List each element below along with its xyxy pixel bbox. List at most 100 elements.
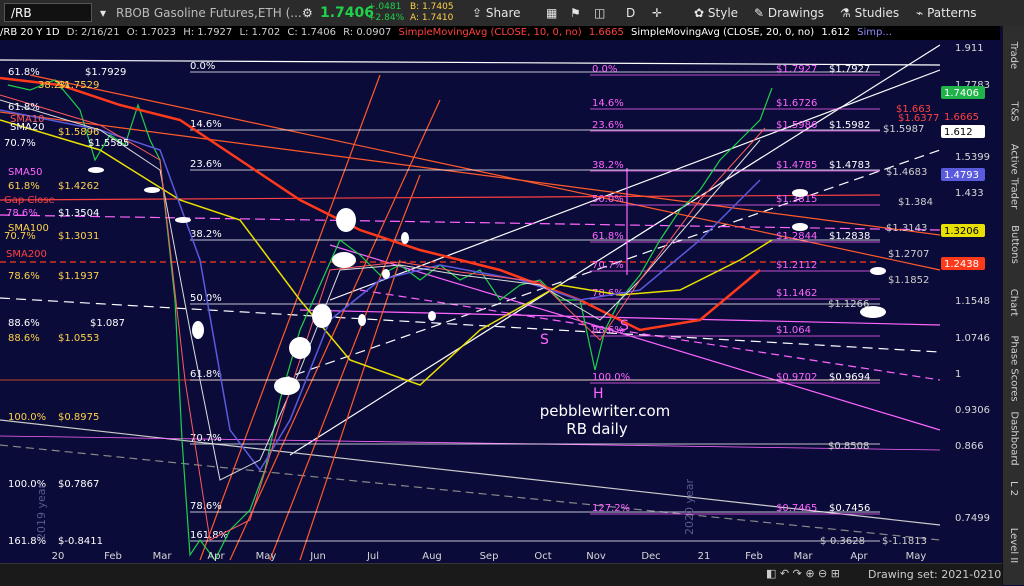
price-tag-label: 1.4793 [944, 170, 979, 181]
x-tick-label: Oct [534, 551, 551, 562]
x-tick-label: Feb [104, 551, 122, 562]
marker-ellipse [289, 337, 311, 359]
y-tick-label: 0.9306 [955, 405, 990, 416]
studies-button[interactable]: ⚗ Studies [836, 3, 903, 23]
y-tick-label: 1.5399 [955, 152, 990, 163]
right-tab-label: Buttons [1008, 224, 1020, 264]
right-level-label: $0.8508 [828, 441, 869, 452]
sma10-value: 1.6665 [588, 27, 624, 38]
fib-price-label-alt: $1.7927 [829, 64, 870, 75]
right-tab[interactable]: Level II [1003, 506, 1024, 585]
studies-label: Studies [854, 6, 900, 20]
bar-close: C: 1.7406 [287, 27, 336, 38]
symbol-input[interactable]: /RB [4, 3, 92, 22]
studies-icon: ⚗ [840, 6, 851, 20]
calendar-icon[interactable]: ▦ [542, 3, 561, 23]
y-tick-label: 0.866 [955, 441, 984, 452]
x-tick-label: Jul [366, 551, 379, 562]
right-tab[interactable]: Phase Scores [1003, 330, 1024, 406]
right-tab[interactable]: L 2 [1003, 471, 1024, 506]
year-watermark: 2020 year [683, 478, 696, 535]
marker-ellipse [792, 223, 808, 231]
fib-pct-label: 0.0% [592, 64, 617, 75]
sma10-study[interactable]: SimpleMovingAvg (CLOSE, 10, 0, no) [399, 27, 582, 38]
x-tick-label: May [906, 551, 927, 562]
x-tick-label: Apr [207, 551, 225, 562]
left-annotation: $1.3504 [58, 208, 99, 219]
right-tab[interactable]: Active Trader [1003, 138, 1024, 214]
drawing-set-label[interactable]: Drawing set: 2021-0210 [868, 568, 1001, 581]
right-tab[interactable]: Dashboard [1003, 406, 1024, 471]
aggregation-button[interactable]: D [622, 3, 639, 23]
share-label: Share [485, 6, 521, 20]
right-tab[interactable]: Buttons [1003, 214, 1024, 274]
price-tag-label: 1.7406 [944, 88, 979, 99]
price-chart[interactable]: 0.0% 14.6% 23.6% 38.2% 50.0% 61.8% 70.7% 78.6% 1… [0, 40, 1002, 563]
left-annotation: 70.7% [4, 138, 36, 149]
chart-title: /RB 20 Y 1D [0, 27, 60, 38]
y-tick-label: 1 [955, 369, 961, 380]
sma-more-study[interactable]: Simp... [857, 27, 892, 38]
left-annotation: $1.0553 [58, 333, 99, 344]
right-tab[interactable]: T&S [1003, 84, 1024, 138]
fib-price-label-alt: $1.4783 [829, 160, 870, 171]
right-level-label: $1.4683 [886, 167, 927, 178]
bottom-tools[interactable]: ◧ ↶ ↷ ⊕ ⊖ ⊞ [766, 567, 840, 580]
right-tab-label: Active Trader [1008, 143, 1020, 209]
x-tick-label: Dec [641, 551, 660, 562]
left-annotation: $1.1937 [58, 271, 99, 282]
fib-pct-label: 38.2% [190, 229, 222, 240]
fib-pct-label: 14.6% [592, 98, 624, 109]
symbol-menu-icon[interactable]: ▾ [96, 3, 110, 23]
patterns-button[interactable]: ⌁ Patterns [912, 3, 981, 23]
left-annotation: 88.6% [8, 318, 40, 329]
marker-ellipse [332, 252, 356, 268]
marker-ellipse [428, 311, 436, 321]
style-button[interactable]: ✿ Style [690, 3, 742, 23]
fib-pct-label: 78.6% [190, 501, 222, 512]
watermark-site: pebblewriter.com [540, 402, 671, 420]
left-annotation: $0.7867 [58, 479, 99, 490]
drawings-button[interactable]: ✎ Drawings [750, 3, 828, 23]
marker-ellipse [144, 187, 160, 193]
study-header: /RB 20 Y 1D D: 2/16/21 O: 1.7023 H: 1.79… [0, 26, 1000, 40]
gear-icon[interactable]: ⚙ [298, 3, 317, 23]
price-tag-label: 1.3206 [944, 226, 979, 237]
bar-range: R: 0.0907 [343, 27, 392, 38]
right-level-label: $1.2707 [888, 249, 929, 260]
bookmark-icon[interactable]: ⚑ [566, 3, 585, 23]
y-tick-label: 0.7499 [955, 513, 990, 524]
crosshair-icon[interactable]: ✛ [648, 3, 666, 23]
view-icon[interactable]: ◫ [590, 3, 609, 23]
sma20-value: 1.612 [821, 27, 850, 38]
change-value: +.0481 [368, 2, 402, 12]
share-button[interactable]: ⇪ Share [468, 3, 525, 23]
left-annotation: SMA200 [6, 249, 47, 260]
x-tick-label: Aug [422, 551, 442, 562]
right-tab[interactable]: Chart [1003, 274, 1024, 330]
left-annotation: $1.3031 [58, 231, 99, 242]
fib-price-label: $1.1462 [776, 288, 817, 299]
y-tick-label: 1.0746 [955, 333, 990, 344]
style-icon: ✿ [694, 6, 705, 20]
left-annotation: SMA20 [10, 122, 45, 133]
right-tab-label: Trade [1008, 41, 1020, 69]
sma20-study[interactable]: SimpleMovingAvg (CLOSE, 20, 0, no) [631, 27, 814, 38]
fib-price-label: $1.2844 [776, 231, 817, 242]
bottom-bar: ◧ ↶ ↷ ⊕ ⊖ ⊞ Drawing set: 2021-0210 [0, 563, 1002, 586]
fib-pct-label: 127.2% [592, 503, 630, 514]
left-annotation: 78.6% [8, 271, 40, 282]
fib-price-label-alt: $0.7456 [829, 503, 870, 514]
bar-high: H: 1.7927 [183, 27, 233, 38]
fib-pct-label: 0.0% [190, 61, 215, 72]
fib-pct-label: 50.0% [592, 194, 624, 205]
share-icon: ⇪ [472, 6, 483, 20]
right-tab[interactable]: Trade [1003, 26, 1024, 84]
right-level-label: $1.1852 [888, 275, 929, 286]
right-tab-label: L 2 [1008, 480, 1020, 497]
toolbar: /RB ▾ RBOB Gasoline Futures,ETH (... ⚙ 1… [0, 0, 1024, 27]
fib-pct-label: 88.6% [592, 325, 624, 336]
right-sidebar-tabs: Trade T&S Active Trader Buttons Chart Phase S… [1002, 26, 1024, 585]
left-annotation: 61.8% [8, 67, 40, 78]
marker-ellipse [382, 269, 390, 279]
